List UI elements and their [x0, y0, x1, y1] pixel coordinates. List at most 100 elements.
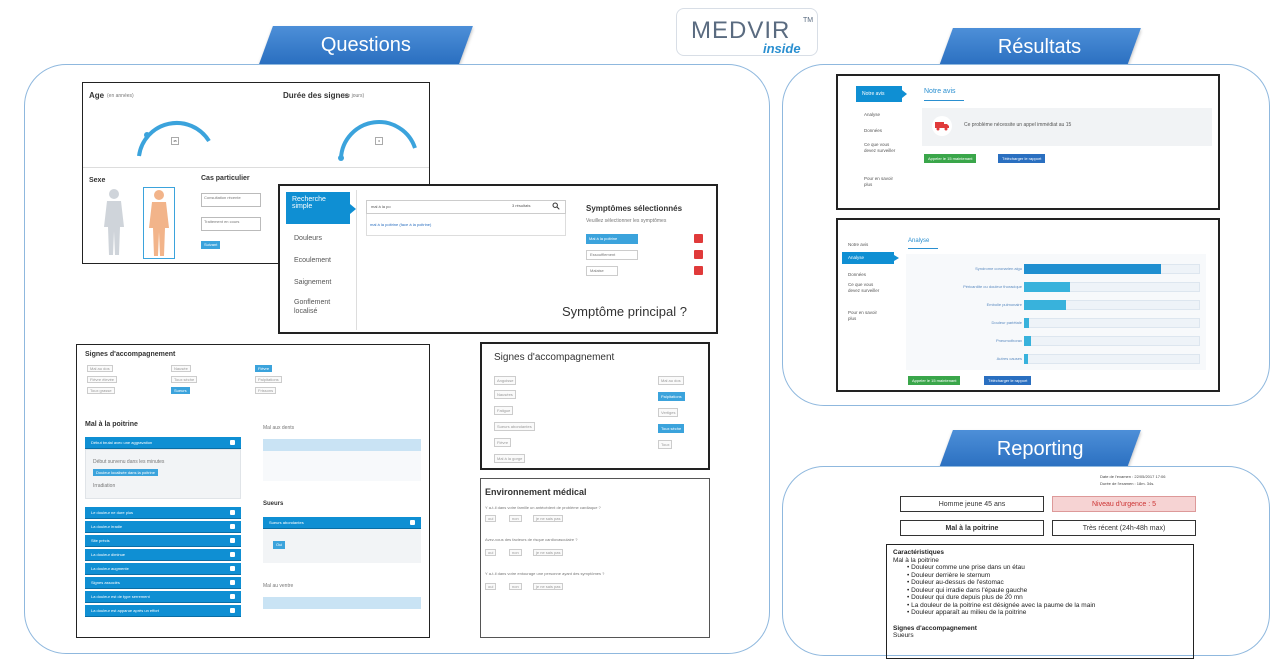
female-figure-frame[interactable] — [143, 187, 175, 259]
male-figure[interactable] — [99, 187, 129, 257]
res2-sidebar-donnees[interactable]: Données — [848, 270, 866, 279]
selected-item-2[interactable]: Essoufflement — [586, 250, 638, 260]
res1-call-button[interactable]: Appeler le 15 maintenant — [924, 154, 977, 163]
search-suggestion[interactable]: mal à la poitrine (face à la poitrine) — [370, 222, 431, 227]
sueurs-bar[interactable]: Sueurs abondantes — [263, 517, 421, 529]
accordion-item-5[interactable]: La douleur augmente — [85, 563, 241, 575]
accordion-toggle-icon[interactable] — [230, 510, 235, 515]
check-mal-dos-r[interactable]: Mal au dos — [658, 376, 684, 385]
accordion-item-8[interactable]: La douleur est apparue après un effort — [85, 605, 241, 617]
check-nausee[interactable]: Nausée — [171, 365, 191, 372]
age-value[interactable]: 45 — [171, 137, 179, 145]
check-mal-gorge[interactable]: Mal à la gorge — [494, 454, 526, 463]
q1-oui[interactable]: oui — [485, 515, 497, 522]
check-fievre[interactable]: Fièvre — [255, 365, 273, 372]
sidebar-item-ecoulement[interactable]: Ecoulement — [294, 256, 331, 265]
q2-nsp[interactable]: je ne sais pas — [533, 549, 564, 556]
check-toux-seche[interactable]: Toux sèche — [171, 376, 198, 383]
check-fatigue[interactable]: Fatigue — [494, 406, 514, 415]
duree-value[interactable]: 3 — [375, 137, 383, 145]
sub-item-1[interactable]: Début survenu dans les minutes — [93, 459, 164, 465]
q2-non[interactable]: non — [509, 549, 522, 556]
cas-suivant-button[interactable]: Suivant — [201, 241, 221, 249]
check-angoisse[interactable]: Angoisse — [494, 376, 517, 385]
accordion-main[interactable]: Début brutal avec une aggravation — [85, 437, 241, 449]
q3-nsp[interactable]: je ne sais pas — [533, 583, 564, 590]
analyse-bar-label: Péricardite ou douleur thoracique — [963, 284, 1022, 289]
check-frissons[interactable]: Frissons — [255, 387, 277, 394]
remove-icon-2[interactable] — [694, 250, 703, 259]
accordion-toggle-icon[interactable] — [230, 580, 235, 585]
age-unit: (en années) — [107, 93, 134, 99]
selected-item-1[interactable]: Mal à la poitrine — [586, 234, 638, 244]
check-mal-dos[interactable]: Mal au dos — [87, 365, 113, 372]
report-box-urgence: Niveau d'urgence : 5 — [1052, 496, 1196, 512]
selected-item-3[interactable]: Malaise — [586, 266, 618, 276]
check-nausees[interactable]: Nausées — [494, 390, 516, 399]
check-vertiges[interactable]: Vertiges — [658, 408, 679, 417]
accordion-toggle-icon[interactable] — [230, 594, 235, 599]
accordion-toggle-icon[interactable] — [230, 566, 235, 571]
accordion-toggle-icon[interactable] — [230, 608, 235, 613]
reporting-ribbon: Reporting — [939, 430, 1141, 468]
check-palpitations[interactable]: Palpitations — [255, 376, 282, 383]
analyse-bar — [1024, 318, 1200, 328]
res1-sidebar-donnees[interactable]: Données — [864, 126, 882, 135]
sidebar-item-douleurs[interactable]: Douleurs — [294, 234, 322, 243]
q3-oui[interactable]: oui — [485, 583, 497, 590]
accordion-toggle-icon[interactable] — [230, 552, 235, 557]
accordion-item-4[interactable]: La douleur diminue — [85, 549, 241, 561]
sidebar-item-saignement[interactable]: Saignement — [294, 278, 331, 287]
check-sueurs[interactable]: Sueurs — [171, 387, 190, 394]
accordion-item-3[interactable]: Site précis — [85, 535, 241, 547]
age-gauge[interactable] — [129, 101, 219, 161]
analyse-bar-label: Pneumothorax — [995, 338, 1022, 343]
res2-sidebar-surveiller[interactable]: Ce que vous devez surveiller — [848, 282, 886, 294]
check-fievre-r[interactable]: Fièvre — [494, 438, 512, 447]
accordion-toggle-icon[interactable] — [230, 440, 235, 445]
accordion-toggle-icon[interactable] — [230, 524, 235, 529]
res2-sidebar-analyse[interactable]: Analyse — [842, 252, 894, 264]
sueurs-oui-chip[interactable]: Oui — [273, 541, 286, 549]
duree-unit: (en jours) — [343, 93, 365, 99]
cas-option-1[interactable]: Consultation récente — [201, 193, 261, 207]
res1-sidebar-analyse[interactable]: Analyse — [864, 110, 880, 119]
environnement-card: Environnement médical Y a-t-il dans votr… — [480, 478, 710, 638]
accordion-toggle-icon[interactable] — [410, 520, 415, 525]
q3-non[interactable]: non — [509, 583, 522, 590]
res2-sidebar-avis[interactable]: Notre avis — [848, 240, 868, 249]
analyse-bar — [1024, 282, 1200, 292]
remove-icon-1[interactable] — [694, 234, 703, 243]
check-fievre-elevee[interactable]: Fièvre élevée — [87, 376, 118, 383]
accordion-toggle-icon[interactable] — [230, 538, 235, 543]
res1-download-button[interactable]: Télécharger le rapport — [998, 154, 1046, 163]
sidebar-item-recherche[interactable]: Recherche simple — [286, 192, 350, 224]
res2-download-button[interactable]: Télécharger le rapport — [984, 376, 1032, 385]
sidebar-item-gonflement[interactable]: Gonflement localisé — [294, 298, 350, 316]
remove-icon-3[interactable] — [694, 266, 703, 275]
res2-call-button[interactable]: Appeler le 15 maintenant — [908, 376, 961, 385]
q2-oui[interactable]: oui — [485, 549, 497, 556]
res1-sidebar-savoir[interactable]: Pour en savoir plus — [864, 176, 902, 188]
res1-sidebar-surveiller[interactable]: Ce que vous devez surveiller — [864, 142, 902, 154]
signes-left-card: Signes d'accompagnement Mal au dos Nausé… — [76, 344, 430, 638]
check-toux-r[interactable]: Toux — [658, 440, 673, 449]
check-toux-seche-r[interactable]: Toux sèche — [658, 424, 685, 433]
check-palpitations-r[interactable]: Palpitations — [658, 392, 685, 401]
check-sueurs-abondantes[interactable]: Sueurs abondantes — [494, 422, 535, 431]
res2-sidebar-savoir[interactable]: Pour en savoir plus — [848, 310, 886, 322]
cas-option-2[interactable]: Traitement en cours — [201, 217, 261, 231]
q1-nsp[interactable]: je ne sais pas — [533, 515, 564, 522]
res1-sidebar-avis[interactable]: Notre avis — [856, 86, 902, 102]
search-input[interactable]: mal à la po — [366, 200, 566, 214]
accordion-item-6[interactable]: Signes associés — [85, 577, 241, 589]
sub-item-3[interactable]: Irradiation — [93, 483, 115, 489]
accordion-item-1[interactable]: Le douleur ne dure plus — [85, 507, 241, 519]
accordion-item-7[interactable]: La douleur est de type serrement — [85, 591, 241, 603]
duree-gauge[interactable] — [333, 103, 423, 163]
search-icon[interactable] — [552, 202, 560, 210]
accordion-item-2[interactable]: La douleur irradie — [85, 521, 241, 533]
check-toux-grasse[interactable]: Toux grasse — [87, 387, 115, 394]
sub-item-2[interactable]: Douleur localisée dans la poitrine — [93, 469, 158, 476]
q1-non[interactable]: non — [509, 515, 522, 522]
